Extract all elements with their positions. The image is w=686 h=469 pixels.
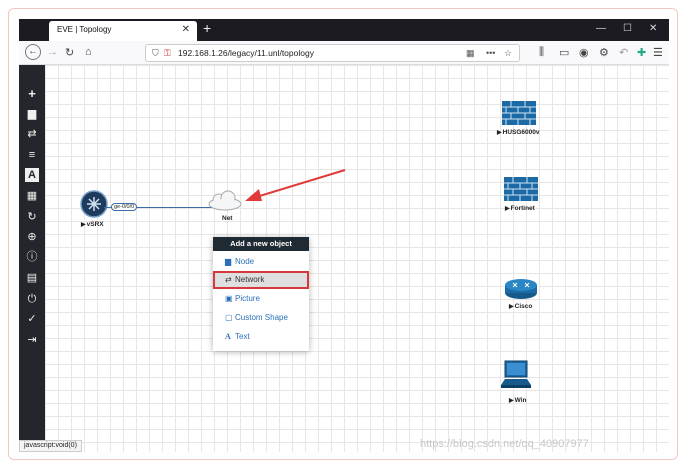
context-menu-title: Add a new object (213, 237, 309, 251)
account-icon[interactable]: ◉ (579, 46, 589, 59)
grid-icon[interactable]: ▦ (25, 189, 39, 203)
new-tab-icon[interactable]: + (203, 20, 211, 36)
annotation-arrow-icon (245, 169, 346, 201)
interface-label: ge-0/0/0 (111, 203, 138, 211)
back-icon[interactable]: ← (25, 44, 41, 60)
navigation-bar: ← → ↻ ⌂ ⛉ ⚿ 192.168.1.26/legacy/11.unl/t… (19, 41, 669, 65)
tab-title: EVE | Topology (57, 25, 112, 34)
context-menu: Add a new object ▆ Node ⇄ Network ▣ Pict… (213, 237, 309, 351)
add-icon[interactable]: + (25, 87, 39, 101)
undo-icon[interactable]: ↶ (619, 46, 628, 59)
home-icon[interactable]: ⌂ (85, 46, 92, 58)
refresh-icon[interactable]: ↻ (25, 210, 39, 224)
browser-window: EVE | Topology ✕ + — ☐ ✕ ← → ↻ ⌂ ⛉ ⚿ 192… (19, 19, 669, 452)
windows-pc-icon[interactable] (499, 359, 533, 391)
addon-icon[interactable]: ✚ (637, 46, 646, 59)
tab-topology[interactable]: EVE | Topology ✕ (49, 21, 197, 41)
network-icon: ⇄ (225, 275, 232, 284)
menu-icon[interactable]: ☰ (653, 46, 663, 59)
forward-icon[interactable]: → (47, 46, 58, 58)
topology-canvas[interactable]: + ▆ ⇄ ≡ A ▦ ↻ ⊕ ⓘ ▤ ⏻ ✓ ⇥ ▶vSRX ge-0/0/0 (19, 65, 669, 452)
library-icon[interactable]: ⫼ (539, 46, 544, 59)
menu-item-picture[interactable]: ▣ Picture (213, 290, 309, 308)
bookmark-star-icon[interactable]: ☆ (504, 48, 512, 59)
tab-close-icon[interactable]: ✕ (182, 24, 190, 35)
menu-item-node[interactable]: ▆ Node (213, 253, 309, 271)
maximize-icon[interactable]: ☐ (623, 23, 632, 34)
startup-config-icon[interactable]: ≡ (25, 148, 39, 162)
watermark-text: https://blog.csdn.net/qq_40907977 (420, 438, 589, 450)
screenshot-frame: EVE | Topology ✕ + — ☐ ✕ ← → ↻ ⌂ ⛉ ⚿ 192… (8, 8, 678, 460)
status-bar: javascript:void(0) (19, 440, 82, 452)
node-icon: ▆ (225, 257, 232, 266)
url-bar[interactable]: ⛉ ⚿ 192.168.1.26/legacy/11.unl/topology … (145, 44, 520, 62)
lock-icon[interactable]: ✓ (25, 312, 39, 326)
logout-icon[interactable]: ⇥ (25, 333, 39, 347)
node-label-husg6000v[interactable]: ▶HUSG6000v (497, 129, 539, 136)
node-list-icon[interactable]: ▆ (25, 107, 39, 121)
zoom-icon[interactable]: ⊕ (25, 230, 39, 244)
firewall-node-icon[interactable] (503, 175, 539, 203)
router-node-icon[interactable] (79, 189, 109, 219)
network-list-icon[interactable]: ⇄ (25, 127, 39, 141)
node-label-fortinet[interactable]: ▶Fortinet (505, 205, 535, 212)
menu-item-text[interactable]: A Text (213, 328, 309, 346)
tab-strip: EVE | Topology ✕ + — ☐ ✕ (19, 19, 669, 41)
insecure-lock-icon[interactable]: ⚿ (164, 48, 171, 59)
power-icon[interactable]: ⏻ (25, 292, 39, 306)
notes-icon[interactable]: ▤ (25, 271, 39, 285)
firewall-node-icon[interactable] (501, 99, 537, 127)
picture-icon: ▣ (225, 294, 233, 303)
close-window-icon[interactable]: ✕ (649, 23, 657, 34)
custom-shape-icon: ▢ (225, 313, 233, 322)
menu-item-custom-shape[interactable]: ▢ Custom Shape (213, 309, 309, 327)
menu-item-network[interactable]: ⇄ Network (213, 271, 309, 289)
node-label-vsrx[interactable]: ▶vSRX (81, 221, 104, 228)
reload-icon[interactable]: ↻ (65, 46, 74, 59)
text-icon: A (225, 332, 231, 341)
extension-icon[interactable]: ⚙ (599, 46, 609, 59)
shield-icon[interactable]: ⛉ (152, 48, 159, 59)
page-actions-icon[interactable]: ••• (486, 48, 495, 58)
sidebar-icon[interactable]: ▭ (559, 46, 569, 59)
url-text[interactable]: 192.168.1.26/legacy/11.unl/topology (178, 48, 314, 58)
node-label-net[interactable]: Net (222, 215, 232, 222)
eve-sidebar: + ▆ ⇄ ≡ A ▦ ↻ ⊕ ⓘ ▤ ⏻ ✓ ⇥ (19, 65, 45, 452)
cisco-router-icon[interactable] (503, 277, 539, 301)
minimize-icon[interactable]: — (596, 23, 606, 34)
node-label-cisco[interactable]: ▶Cisco (509, 303, 532, 310)
qr-code-icon[interactable]: ▦ (466, 48, 475, 59)
cloud-network-icon[interactable] (207, 189, 243, 211)
info-icon[interactable]: ⓘ (25, 250, 39, 264)
node-label-win[interactable]: ▶Win (509, 397, 526, 404)
text-list-icon[interactable]: A (25, 168, 39, 182)
